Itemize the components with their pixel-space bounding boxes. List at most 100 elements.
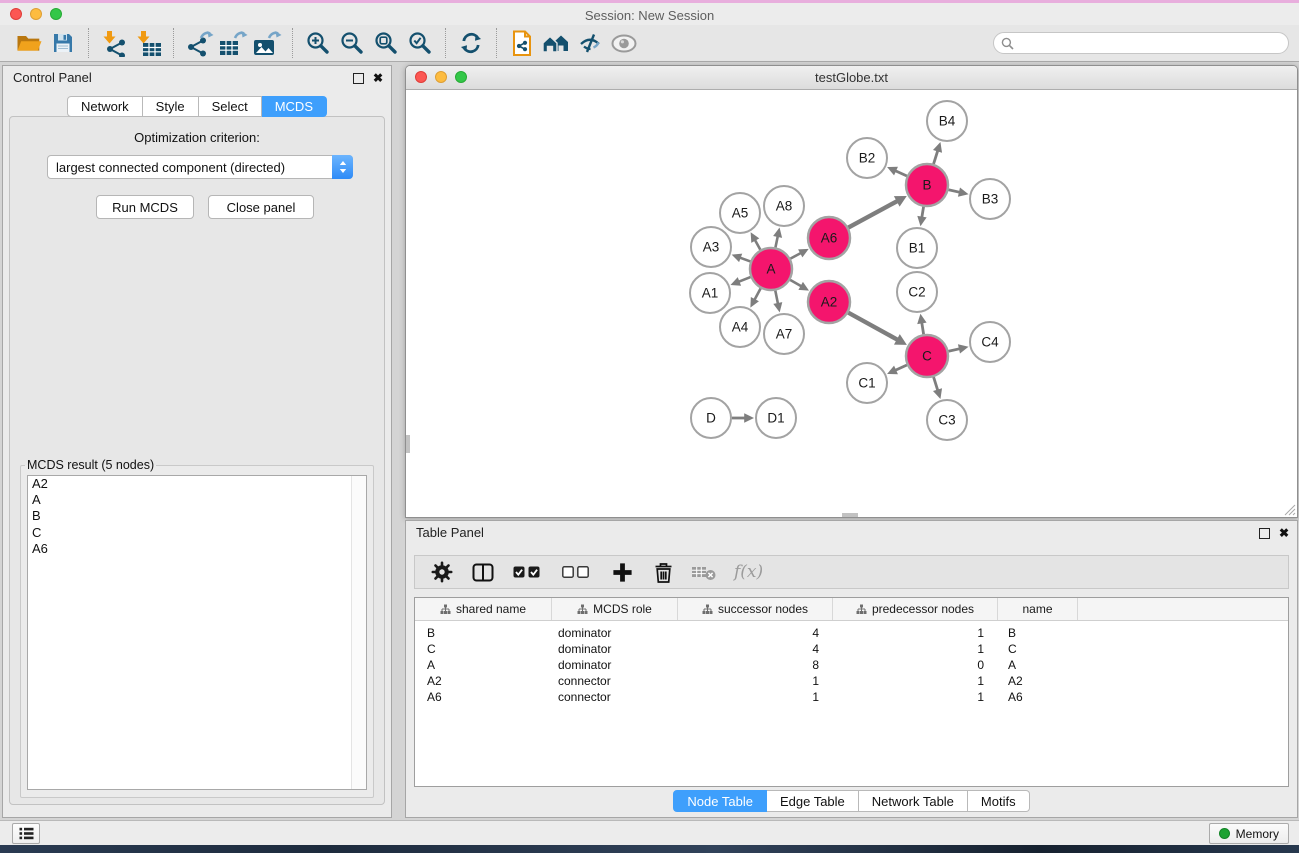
graph-edge-A-A2[interactable] [790,280,801,286]
tab-network[interactable]: Network [67,96,143,117]
table-cell[interactable]: connector [552,674,678,688]
table-row[interactable]: A2connector11A2 [415,673,1288,689]
graph-edge-A-A6[interactable] [790,253,801,259]
tab-edge-table[interactable]: Edge Table [767,790,859,812]
table-cell[interactable]: B [415,626,552,640]
resize-grip-icon[interactable] [1283,503,1296,516]
table-cell[interactable]: A2 [998,674,1078,688]
table-cell[interactable]: 1 [833,626,998,640]
run-mcds-button[interactable]: Run MCDS [96,195,194,219]
delete-table-button[interactable] [691,559,717,585]
zoom-selected-button[interactable] [403,27,437,59]
graph-edge-A-A7[interactable] [775,291,778,304]
column-visibility-button[interactable] [470,559,496,585]
graph-edge-B-B4[interactable] [934,150,938,164]
select-all-button[interactable] [511,559,545,585]
import-network-button[interactable] [97,27,131,59]
close-panel-button[interactable]: Close panel [208,195,314,219]
table-settings-button[interactable] [429,559,455,585]
graph-edge-C-C4[interactable] [948,349,959,352]
function-builder-button[interactable]: f(x) [734,562,763,582]
mcds-result-item[interactable]: A6 [28,541,366,557]
create-column-button[interactable] [609,559,635,585]
show-all-button[interactable] [607,27,641,59]
graph-edge-A-A1[interactable] [738,277,750,282]
table-row[interactable]: A6connector11A6 [415,689,1288,705]
graph-edge-B-B3[interactable] [948,190,959,193]
column-header-predecessor-nodes[interactable]: predecessor nodes [833,598,998,620]
open-session-button[interactable] [12,27,46,59]
table-cell[interactable]: B [998,626,1078,640]
hide-selected-button[interactable] [573,27,607,59]
scrollbar-track[interactable] [351,476,366,789]
graph-edge-A-A3[interactable] [740,258,751,262]
save-session-button[interactable] [46,27,80,59]
memory-button[interactable]: Memory [1209,823,1289,844]
graph-edge-A2-C[interactable] [848,313,897,340]
graph-edge-A-A5[interactable] [755,240,761,250]
graph-edge-C-C1[interactable] [895,365,907,370]
table-row[interactable]: Bdominator41B [415,625,1288,641]
export-network-button[interactable] [182,27,216,59]
zoom-fit-button[interactable] [369,27,403,59]
export-image-button[interactable] [250,27,284,59]
network-canvas[interactable]: B4B2BB3B1A5A8A6A3AC2A1A2A4A7C4CC1C3DD1 [406,90,1297,517]
first-neighbors-button[interactable] [539,27,573,59]
export-table-button[interactable] [216,27,250,59]
zoom-in-button[interactable] [301,27,335,59]
table-cell[interactable]: C [415,642,552,656]
deselect-all-button[interactable] [560,559,594,585]
column-header-successor-nodes[interactable]: successor nodes [678,598,833,620]
column-header-name[interactable]: name [998,598,1078,620]
table-cell[interactable]: 8 [678,658,833,672]
float-panel-icon[interactable] [1259,528,1270,539]
vertical-scroll-stub[interactable] [406,435,410,453]
table-cell[interactable]: A6 [415,690,552,704]
mcds-result-item[interactable]: B [28,508,366,524]
zoom-out-button[interactable] [335,27,369,59]
table-row[interactable]: Adominator80A [415,657,1288,673]
graph-edge-C-C3[interactable] [934,377,938,391]
optimization-select[interactable]: largest connected component (directed) [47,155,353,179]
tab-mcds[interactable]: MCDS [262,96,327,117]
table-cell[interactable]: 1 [833,690,998,704]
table-row[interactable]: Cdominator41C [415,641,1288,657]
graph-edge-A-A4[interactable] [754,288,760,300]
tab-node-table[interactable]: Node Table [673,790,767,812]
graph-edge-C-C2[interactable] [922,322,924,334]
table-cell[interactable]: 1 [833,642,998,656]
horizontal-scroll-stub[interactable] [842,513,858,517]
tab-network-table[interactable]: Network Table [859,790,968,812]
mcds-result-item[interactable]: C [28,525,366,541]
table-cell[interactable]: 0 [833,658,998,672]
delete-column-button[interactable] [650,559,676,585]
table-cell[interactable]: connector [552,690,678,704]
table-cell[interactable]: A [415,658,552,672]
apply-layout-button[interactable] [454,27,488,59]
table-cell[interactable]: dominator [552,658,678,672]
import-table-button[interactable] [131,27,165,59]
float-panel-icon[interactable] [353,73,364,84]
graph-edge-A6-B[interactable] [848,201,897,228]
graph-edge-A-A8[interactable] [775,236,777,247]
table-cell[interactable]: 1 [678,690,833,704]
table-cell[interactable]: 4 [678,626,833,640]
graph-edge-B-B1[interactable] [922,207,924,218]
new-network-from-selection-button[interactable] [505,27,539,59]
table-cell[interactable]: C [998,642,1078,656]
graph-edge-B-B2[interactable] [895,171,907,176]
close-panel-icon[interactable]: ✖ [373,72,383,84]
table-cell[interactable]: dominator [552,626,678,640]
table-cell[interactable]: dominator [552,642,678,656]
column-header-shared-name[interactable]: shared name [415,598,552,620]
search-input[interactable] [1018,35,1288,51]
mcds-result-item[interactable]: A [28,492,366,508]
tab-select[interactable]: Select [199,96,262,117]
tab-style[interactable]: Style [143,96,199,117]
tab-motifs[interactable]: Motifs [968,790,1030,812]
table-cell[interactable]: 1 [833,674,998,688]
column-header-MCDS-role[interactable]: MCDS role [552,598,678,620]
table-cell[interactable]: A6 [998,690,1078,704]
mcds-result-item[interactable]: A2 [28,476,366,492]
table-cell[interactable]: 4 [678,642,833,656]
